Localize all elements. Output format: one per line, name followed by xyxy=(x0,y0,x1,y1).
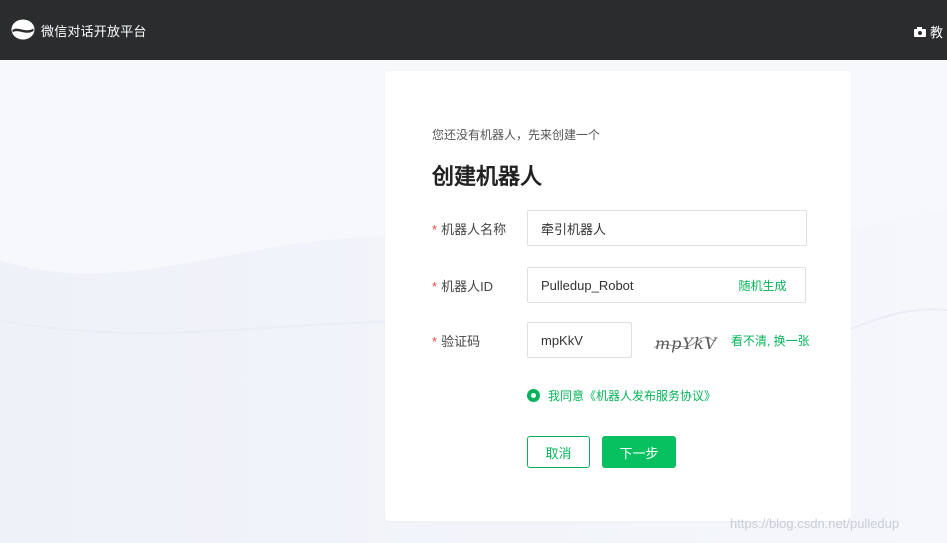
top-right-menu[interactable]: 教 xyxy=(914,22,943,41)
top-nav-bar: 微信对话开放平台 教 xyxy=(0,0,947,60)
checked-radio-icon[interactable] xyxy=(527,389,540,402)
captcha-image[interactable]: mpYkV xyxy=(652,330,718,356)
robot-name-label-text: 机器人名称 xyxy=(441,222,507,237)
hint-text: 您还没有机器人，先来创建一个 xyxy=(432,128,601,142)
next-step-button[interactable]: 下一步 xyxy=(602,436,676,468)
captcha-value: mpKkV xyxy=(541,332,583,348)
robot-name-label: * 机器人名称 xyxy=(432,219,506,238)
agreement-checkbox[interactable]: 我同意《机器人发布服务协议》 xyxy=(527,387,716,404)
agreement-label[interactable]: 我同意《机器人发布服务协议》 xyxy=(548,387,716,404)
brand-title[interactable]: 微信对话开放平台 xyxy=(41,21,147,40)
robot-id-input[interactable]: Pulledup_Robot xyxy=(527,267,721,303)
random-generate-button[interactable]: 随机生成 xyxy=(720,267,806,303)
robot-id-value: Pulledup_Robot xyxy=(541,277,634,293)
top-right-label: 教 xyxy=(930,25,944,40)
robot-name-input[interactable]: 牵引机器人 xyxy=(527,210,807,246)
platform-logo-icon[interactable] xyxy=(11,19,35,40)
required-mark: * xyxy=(432,279,438,294)
required-mark: * xyxy=(432,222,438,237)
robot-name-value: 牵引机器人 xyxy=(541,221,607,237)
required-mark: * xyxy=(432,334,438,349)
create-robot-card: 您还没有机器人，先来创建一个 创建机器人 * 机器人名称 牵引机器人 * 机器人ID… xyxy=(385,71,851,521)
watermark-text: https://blog.csdn.net/pulledup xyxy=(730,516,900,531)
captcha-label-text: 验证码 xyxy=(441,334,481,349)
refresh-captcha-link[interactable]: 看不清, 换一张 xyxy=(731,332,810,349)
robot-id-label-text: 机器人ID xyxy=(441,279,494,294)
page-title: 创建机器人 xyxy=(432,164,543,189)
robot-id-label: * 机器人ID xyxy=(432,276,493,295)
cancel-button[interactable]: 取消 xyxy=(527,436,590,468)
captcha-label: * 验证码 xyxy=(432,331,480,350)
captcha-input[interactable]: mpKkV xyxy=(527,322,632,358)
camera-icon xyxy=(914,26,926,37)
captcha-image-text: mpYkV xyxy=(655,334,718,353)
